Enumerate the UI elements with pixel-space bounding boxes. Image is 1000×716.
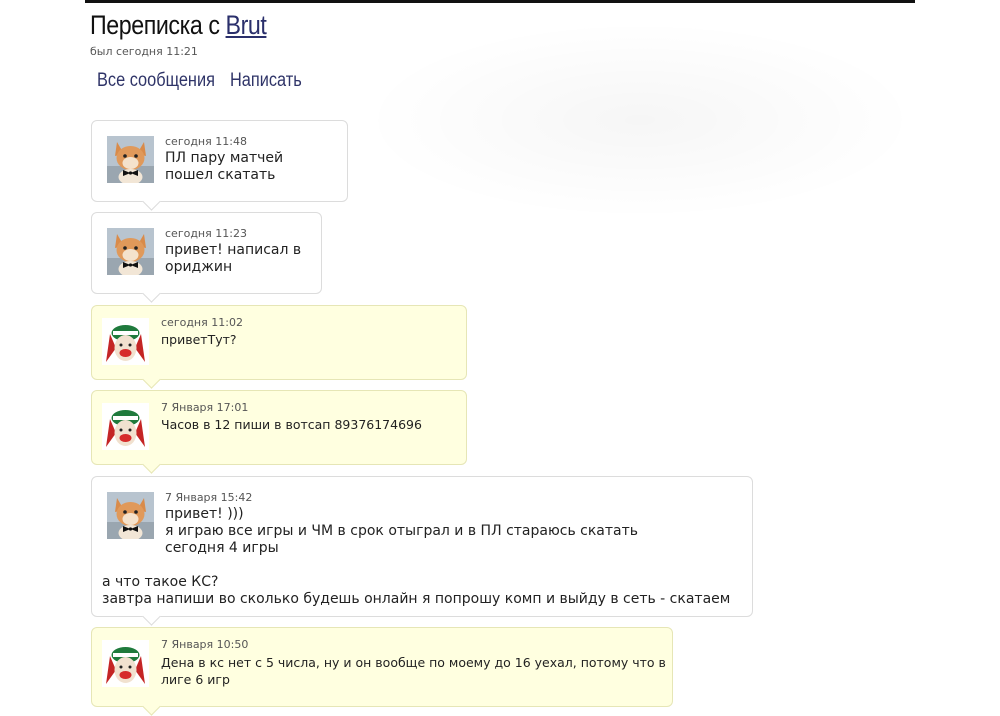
message-time: сегодня 11:02	[161, 316, 243, 329]
cat-avatar[interactable]	[107, 492, 154, 539]
message-text: привет! написал в ориджин	[165, 242, 302, 275]
cat-avatar[interactable]	[107, 136, 154, 183]
nav-all-messages[interactable]: Все сообщения	[97, 70, 215, 92]
message-text: приветТут?	[161, 332, 237, 347]
background-watermark	[360, 20, 920, 220]
clown-avatar[interactable]	[102, 640, 149, 687]
message-time: 7 Января 15:42	[165, 491, 253, 504]
message-bubble: 7 Января 10:50 Дена в кс нет с 5 числа, н…	[91, 627, 673, 716]
nav-write[interactable]: Написать	[230, 70, 302, 92]
message-bubble: сегодня 11:02 приветТут?	[91, 305, 467, 389]
username-link[interactable]: Brut	[226, 10, 267, 40]
bubble-pointer	[142, 284, 161, 303]
message-time: сегодня 11:23	[165, 227, 247, 240]
clown-avatar[interactable]	[102, 318, 149, 365]
bubble-pointer	[142, 192, 161, 211]
bubble-pointer	[142, 370, 161, 389]
message-time: 7 Января 17:01	[161, 401, 249, 414]
bubble-pointer	[142, 455, 161, 474]
message-time: 7 Января 10:50	[161, 638, 249, 651]
message-extra-text: а что такое КС? завтра напиши во сколько…	[102, 574, 731, 607]
top-border	[85, 0, 915, 3]
cat-avatar[interactable]	[107, 228, 154, 275]
title-prefix: Переписка с	[90, 10, 220, 40]
message-bubble: сегодня 11:23 привет! написал в ориджин	[91, 212, 322, 303]
message-time: сегодня 11:48	[165, 135, 247, 148]
message-bubble: сегодня 11:48 ПЛ пару матчей пошел скатат…	[91, 120, 348, 211]
last-seen-status: был сегодня 11:21	[90, 45, 198, 58]
page-title: Переписка с Brut	[90, 10, 267, 41]
bubble-pointer	[142, 697, 161, 716]
message-text: Дена в кс нет с 5 числа, ну и он вообще …	[161, 655, 666, 687]
message-bubble: 7 Января 17:01 Часов в 12 пиши в вотсап 8…	[91, 390, 467, 474]
bubble-pointer	[142, 607, 161, 626]
message-text: ПЛ пару матчей пошел скатать	[165, 150, 284, 183]
message-text: Часов в 12 пиши в вотсап 89376174696	[161, 417, 422, 432]
message-text: привет! ))) я играю все игры и ЧМ в срок…	[165, 506, 639, 556]
message-bubble: 7 Января 15:42 привет! ))) я играю все иг…	[91, 476, 753, 626]
clown-avatar[interactable]	[102, 403, 149, 450]
